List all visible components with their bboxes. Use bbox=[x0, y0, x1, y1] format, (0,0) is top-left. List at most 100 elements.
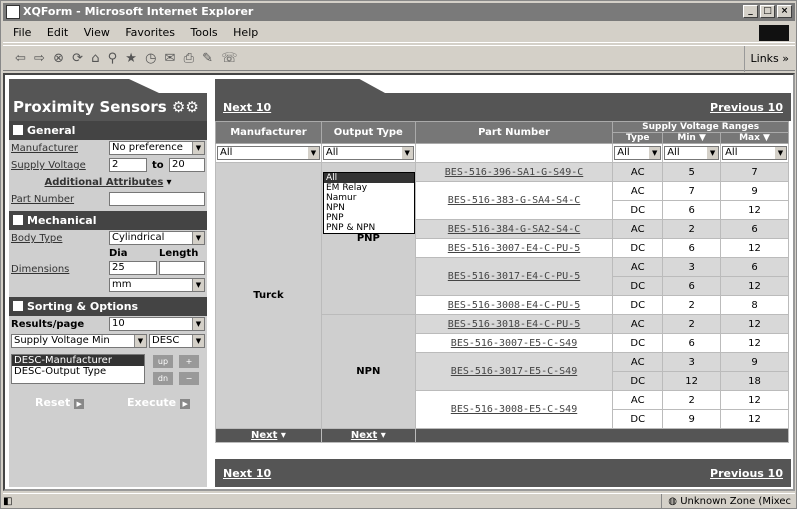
header-max[interactable]: Max ▼ bbox=[720, 132, 789, 144]
dimensions-label[interactable]: Dimensions bbox=[11, 261, 69, 278]
part-number-link[interactable]: BES-516-383-G-SA4-S4-C bbox=[414, 181, 614, 220]
dropdown-option[interactable]: EM Relay bbox=[324, 183, 414, 193]
dropdown-option[interactable]: Namur bbox=[324, 193, 414, 203]
collapse-icon bbox=[13, 125, 23, 135]
filter-manufacturer-select[interactable]: All bbox=[217, 146, 320, 160]
mail-icon[interactable]: ✉ bbox=[165, 51, 178, 66]
print-icon[interactable]: ⎙ bbox=[184, 51, 196, 66]
supply-voltage-label[interactable]: Supply Voltage bbox=[11, 157, 86, 174]
part-number-link[interactable]: BES-516-3017-E4-C-PU-5 bbox=[414, 257, 614, 296]
body-type-label[interactable]: Body Type bbox=[11, 230, 62, 247]
additional-attributes-row: Additional Attributes ▾ bbox=[9, 174, 207, 191]
add-sort-button[interactable]: + bbox=[179, 355, 199, 368]
menu-view[interactable]: View bbox=[84, 23, 110, 43]
manufacturer-select[interactable]: No preference bbox=[109, 141, 205, 155]
section-mechanical[interactable]: Mechanical bbox=[9, 211, 207, 230]
header-type[interactable]: Type bbox=[612, 132, 664, 144]
header-output-type[interactable]: Output Type bbox=[320, 121, 416, 144]
part-number-link[interactable]: BES-516-396-SA1-G-S49-C bbox=[414, 162, 614, 182]
voltage-min-cell: 2 bbox=[662, 314, 722, 334]
previous-10-link-bottom[interactable]: Previous 10 bbox=[710, 467, 783, 480]
menu-file[interactable]: File bbox=[13, 23, 31, 43]
part-number-link[interactable]: BES-516-3017-E5-C-S49 bbox=[414, 352, 614, 391]
filter-type-select[interactable]: All bbox=[614, 146, 662, 160]
part-number-link[interactable]: BES-516-3007-E4-C-PU-5 bbox=[414, 238, 614, 258]
supply-max-input[interactable]: 20 bbox=[169, 158, 205, 172]
length-input[interactable] bbox=[159, 261, 205, 275]
previous-10-link[interactable]: Previous 10 bbox=[710, 101, 783, 114]
chevron-down-icon: ▾ bbox=[377, 430, 386, 441]
output-type-dropdown-list[interactable]: All EM Relay Namur NPN PNP PNP & NPN bbox=[323, 172, 415, 234]
header-min[interactable]: Min ▼ bbox=[662, 132, 722, 144]
bottom-pagination-bar: Next 10 Previous 10 bbox=[215, 459, 791, 487]
remove-sort-button[interactable]: − bbox=[179, 372, 199, 385]
part-number-link[interactable]: BES-516-3018-E4-C-PU-5 bbox=[414, 314, 614, 334]
back-icon[interactable]: ⇦ bbox=[15, 51, 28, 66]
part-number-link[interactable]: BES-516-3007-E5-C-S49 bbox=[414, 333, 614, 353]
filter-max-select[interactable]: All bbox=[722, 146, 787, 160]
move-up-button[interactable]: up bbox=[153, 355, 173, 368]
menu-tools[interactable]: Tools bbox=[191, 23, 218, 43]
output-type-next-link[interactable]: Next ▾ bbox=[320, 428, 416, 443]
dropdown-option[interactable]: PNP bbox=[324, 213, 414, 223]
sort-list-item[interactable]: DESC-Output Type bbox=[12, 366, 144, 377]
body-type-select[interactable]: Cylindrical bbox=[109, 231, 205, 245]
next-10-link-bottom[interactable]: Next 10 bbox=[223, 467, 271, 480]
home-icon[interactable]: ⌂ bbox=[91, 51, 101, 66]
sort-direction-select[interactable]: DESC bbox=[149, 334, 205, 348]
search-icon[interactable]: ⚲ bbox=[108, 51, 120, 66]
results-table: Manufacturer Output Type Part Number Sup… bbox=[215, 121, 790, 443]
dropdown-option[interactable]: NPN bbox=[324, 203, 414, 213]
menu-edit[interactable]: Edit bbox=[47, 23, 68, 43]
section-general[interactable]: General bbox=[9, 121, 207, 140]
close-button[interactable]: × bbox=[777, 5, 792, 18]
part-number-link[interactable]: BES-516-384-G-SA2-S4-C bbox=[414, 219, 614, 239]
edit-icon[interactable]: ✎ bbox=[202, 51, 215, 66]
dropdown-option[interactable]: All bbox=[324, 173, 414, 183]
menu-help[interactable]: Help bbox=[233, 23, 258, 43]
discuss-icon[interactable]: ☏ bbox=[221, 51, 239, 66]
filter-min-select[interactable]: All bbox=[664, 146, 720, 160]
voltage-max-cell: 12 bbox=[720, 333, 789, 353]
part-number-input[interactable] bbox=[109, 192, 205, 206]
maximize-button[interactable]: □ bbox=[760, 5, 775, 18]
filter-output-type-select[interactable]: All bbox=[322, 146, 414, 160]
section-sorting-label: Sorting & Options bbox=[27, 300, 139, 313]
minimize-button[interactable]: _ bbox=[743, 5, 758, 18]
header-part-number[interactable]: Part Number bbox=[414, 121, 614, 144]
links-button[interactable]: Links » bbox=[743, 46, 789, 72]
chevron-down-icon: ▾ bbox=[277, 430, 286, 441]
header-manufacturer[interactable]: Manufacturer bbox=[215, 121, 322, 144]
unit-select[interactable]: mm bbox=[109, 278, 205, 292]
sort-order-list[interactable]: DESC-Manufacturer DESC-Output Type bbox=[11, 354, 145, 384]
favorites-icon[interactable]: ★ bbox=[125, 51, 139, 66]
status-bar: ◧ ◍ Unknown Zone (Mixec bbox=[3, 493, 795, 509]
voltage-max-cell: 12 bbox=[720, 238, 789, 258]
stop-icon[interactable]: ⊗ bbox=[53, 51, 66, 66]
section-sorting[interactable]: Sorting & Options bbox=[9, 297, 207, 316]
collapse-icon bbox=[13, 301, 23, 311]
sort-list-item[interactable]: DESC-Manufacturer bbox=[12, 355, 144, 366]
history-icon[interactable]: ◷ bbox=[145, 51, 158, 66]
results-per-page-select[interactable]: 10 bbox=[109, 317, 205, 331]
part-number-label[interactable]: Part Number bbox=[11, 191, 74, 208]
additional-attributes-link[interactable]: Additional Attributes bbox=[45, 177, 164, 188]
manufacturer-next-link[interactable]: Next ▾ bbox=[215, 428, 322, 443]
manufacturer-label[interactable]: Manufacturer bbox=[11, 140, 78, 157]
dropdown-option[interactable]: PNP & NPN bbox=[324, 223, 414, 233]
results-panel: Next 10 Previous 10 Manufacturer Output … bbox=[215, 79, 791, 487]
part-number-link[interactable]: BES-516-3008-E5-C-S49 bbox=[414, 390, 614, 429]
column-next-row: Next ▾ Next ▾ bbox=[215, 428, 790, 443]
refresh-icon[interactable]: ⟳ bbox=[72, 51, 85, 66]
forward-icon[interactable]: ⇨ bbox=[34, 51, 47, 66]
execute-button[interactable]: Execute ▶ bbox=[127, 396, 191, 409]
supply-min-input[interactable]: 2 bbox=[109, 158, 147, 172]
part-number-link[interactable]: BES-516-3008-E4-C-PU-5 bbox=[414, 295, 614, 315]
dia-input[interactable]: 25 bbox=[109, 261, 157, 275]
next-10-link[interactable]: Next 10 bbox=[223, 101, 271, 114]
sort-field-select[interactable]: Supply Voltage Min bbox=[11, 334, 147, 348]
manufacturer-next-label: Next bbox=[251, 430, 278, 441]
move-down-button[interactable]: dn bbox=[153, 372, 173, 385]
reset-button[interactable]: Reset ▶ bbox=[35, 396, 85, 409]
menu-favorites[interactable]: Favorites bbox=[125, 23, 175, 43]
